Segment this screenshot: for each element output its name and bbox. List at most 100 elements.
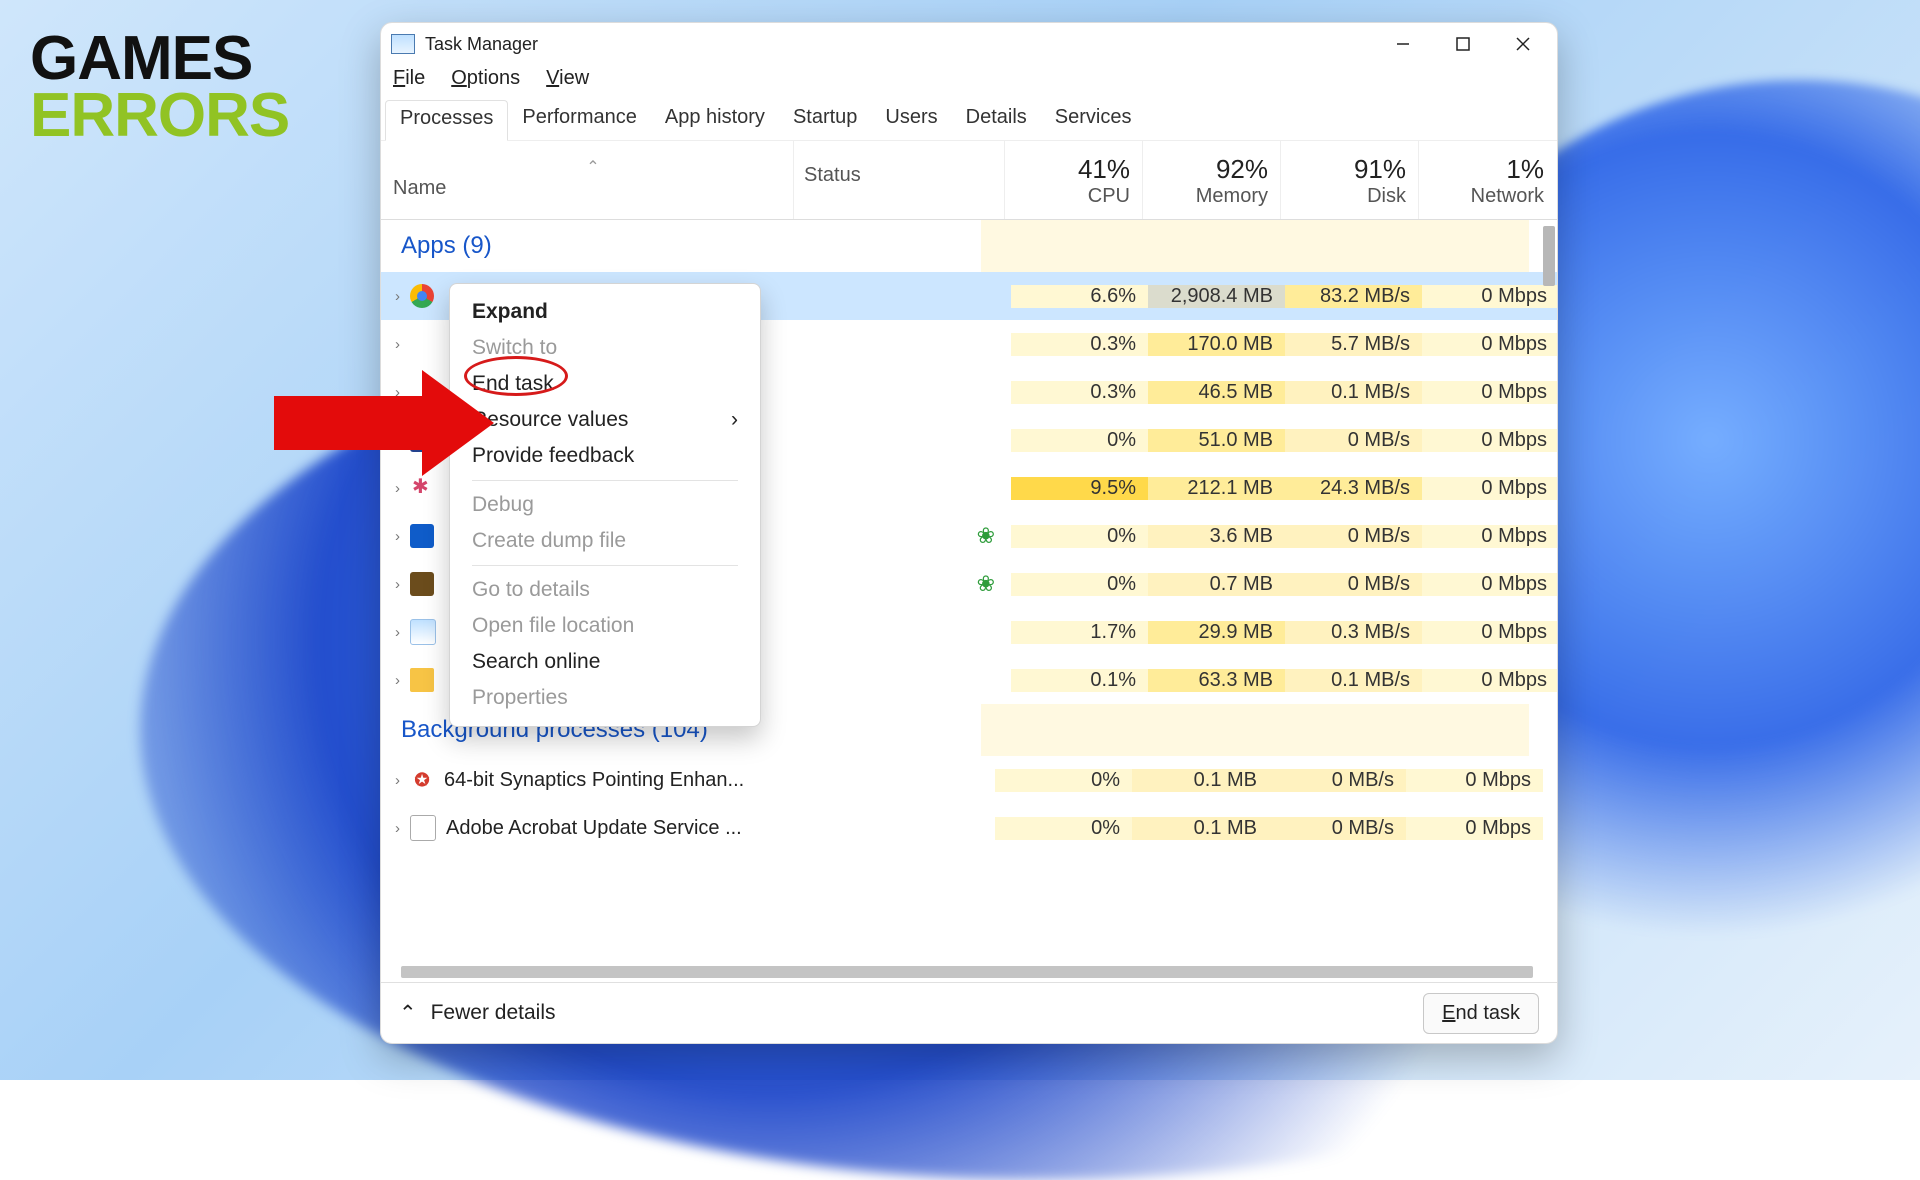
maximize-button[interactable] <box>1433 24 1493 64</box>
site-logo: GAMES ERRORS <box>30 30 289 144</box>
process-icon: ✪ <box>410 768 434 792</box>
context-menu-item[interactable]: Expand <box>450 294 760 330</box>
cell-memory: 212.1 MB <box>1148 477 1285 500</box>
context-menu-item[interactable]: Search online <box>450 644 760 680</box>
process-icon <box>410 476 434 500</box>
cell-cpu: 0% <box>1011 525 1148 548</box>
expand-icon[interactable]: › <box>395 528 400 545</box>
cell-memory: 63.3 MB <box>1148 669 1285 692</box>
task-manager-window: Task Manager File Options View Processes… <box>380 22 1558 1044</box>
cell-disk: 83.2 MB/s <box>1285 285 1422 308</box>
cell-disk: 5.7 MB/s <box>1285 333 1422 356</box>
cell-cpu: 9.5% <box>1011 477 1148 500</box>
header-disk[interactable]: 91% Disk <box>1280 141 1418 219</box>
cell-disk: 0.1 MB/s <box>1285 381 1422 404</box>
menu-options[interactable]: Options <box>451 67 520 90</box>
sort-indicator-icon: ⌃ <box>393 157 793 177</box>
cell-cpu: 0.3% <box>1011 333 1148 356</box>
header-memory[interactable]: 92% Memory <box>1142 141 1280 219</box>
cell-network: 0 Mbps <box>1406 769 1543 792</box>
context-menu-separator <box>472 480 738 481</box>
process-icon <box>410 284 434 308</box>
expand-icon[interactable]: › <box>395 672 400 689</box>
tab-bar: Processes Performance App history Startu… <box>381 100 1557 141</box>
cell-cpu: 1.7% <box>1011 621 1148 644</box>
menu-view[interactable]: View <box>546 67 589 90</box>
vertical-scrollbar[interactable] <box>1537 220 1557 982</box>
context-menu-item[interactable]: Provide feedback <box>450 438 760 474</box>
cell-disk: 24.3 MB/s <box>1285 477 1422 500</box>
context-menu-item[interactable]: Resource values› <box>450 402 760 438</box>
expand-icon[interactable]: › <box>395 820 400 837</box>
context-menu-item: Switch to <box>450 330 760 366</box>
header-cpu[interactable]: 41% CPU <box>1004 141 1142 219</box>
expand-icon[interactable]: › <box>395 576 400 593</box>
tab-startup[interactable]: Startup <box>779 100 871 140</box>
header-name[interactable]: ⌃ Name <box>381 141 793 219</box>
process-name: Adobe Acrobat Update Service ... <box>446 817 742 840</box>
cell-disk: 0.1 MB/s <box>1285 669 1422 692</box>
expand-icon[interactable]: › <box>395 336 400 353</box>
titlebar: Task Manager <box>381 23 1557 65</box>
cell-cpu: 0% <box>1011 429 1148 452</box>
process-icon <box>410 524 434 548</box>
process-icon <box>410 572 434 596</box>
header-network[interactable]: 1% Network <box>1418 141 1556 219</box>
tab-services[interactable]: Services <box>1041 100 1146 140</box>
tab-users[interactable]: Users <box>871 100 951 140</box>
process-icon <box>410 668 434 692</box>
leaf-icon: ❀ <box>977 571 995 597</box>
process-icon <box>410 619 436 645</box>
cell-memory: 0.7 MB <box>1148 573 1285 596</box>
end-task-button[interactable]: End task <box>1423 993 1539 1034</box>
window-title: Task Manager <box>425 34 538 55</box>
menu-file[interactable]: File <box>393 67 425 90</box>
cell-memory: 2,908.4 MB <box>1148 285 1285 308</box>
expand-icon[interactable]: › <box>395 772 400 789</box>
cell-cpu: 0% <box>995 769 1132 792</box>
context-menu-item: Go to details <box>450 572 760 608</box>
process-row[interactable]: › ✪ 64-bit Synaptics Pointing Enhan... 0… <box>381 756 1557 804</box>
tab-processes[interactable]: Processes <box>385 100 508 141</box>
context-menu-item: Properties <box>450 680 760 716</box>
context-menu-item: Create dump file <box>450 523 760 559</box>
menubar: File Options View <box>381 65 1557 100</box>
horizontal-scrollbar[interactable] <box>401 966 1533 978</box>
cell-network: 0 Mbps <box>1406 817 1543 840</box>
cell-disk: 0 MB/s <box>1285 573 1422 596</box>
cell-memory: 0.1 MB <box>1132 817 1269 840</box>
cell-memory: 3.6 MB <box>1148 525 1285 548</box>
header-status[interactable]: Status <box>793 141 1004 219</box>
close-button[interactable] <box>1493 24 1553 64</box>
tab-performance[interactable]: Performance <box>508 100 651 140</box>
cell-cpu: 0.3% <box>1011 381 1148 404</box>
cell-disk: 0 MB/s <box>1269 817 1406 840</box>
app-icon <box>391 34 415 54</box>
context-menu-item[interactable]: End task <box>450 366 760 402</box>
cell-cpu: 6.6% <box>1011 285 1148 308</box>
footer: ⌃ Fewer details End task <box>381 982 1557 1043</box>
context-menu: Expand Switch to End task Resource value… <box>449 283 761 727</box>
cell-cpu: 0.1% <box>1011 669 1148 692</box>
process-row[interactable]: › Adobe Acrobat Update Service ... 0% 0.… <box>381 804 1557 852</box>
process-icon <box>410 815 436 841</box>
cell-memory: 170.0 MB <box>1148 333 1285 356</box>
tab-app-history[interactable]: App history <box>651 100 779 140</box>
cell-cpu: 0% <box>1011 573 1148 596</box>
expand-icon[interactable]: › <box>395 288 400 305</box>
chevron-right-icon: › <box>731 408 738 432</box>
fewer-details-toggle[interactable]: ⌃ Fewer details <box>399 1001 556 1026</box>
tab-details[interactable]: Details <box>952 100 1041 140</box>
cell-memory: 51.0 MB <box>1148 429 1285 452</box>
cell-disk: 0 MB/s <box>1285 525 1422 548</box>
column-headers: ⌃ Name Status 41% CPU 92% Memory 91% Dis… <box>381 141 1557 220</box>
minimize-button[interactable] <box>1373 24 1433 64</box>
expand-icon[interactable]: › <box>395 624 400 641</box>
context-menu-item: Open file location <box>450 608 760 644</box>
context-menu-item: Debug <box>450 487 760 523</box>
expand-icon[interactable]: › <box>395 480 400 497</box>
process-icon <box>410 332 434 356</box>
cell-disk: 0.3 MB/s <box>1285 621 1422 644</box>
process-name: 64-bit Synaptics Pointing Enhan... <box>444 769 744 792</box>
cell-memory: 46.5 MB <box>1148 381 1285 404</box>
